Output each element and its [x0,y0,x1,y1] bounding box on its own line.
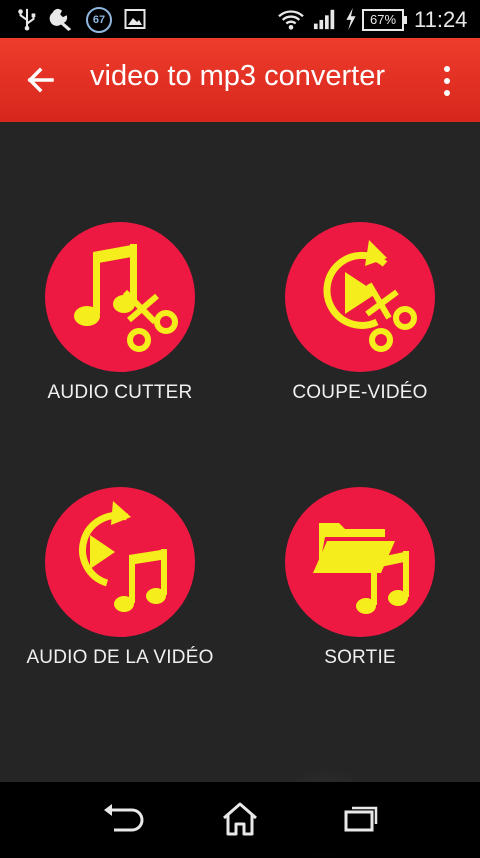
back-icon [104,804,144,832]
main-content: AUDIO CUTTER COUPE-VIDÉO AUDIO DE LA VID… [0,122,480,782]
signal-icon [313,9,335,30]
recent-apps-icon [344,806,378,832]
wrench-icon [49,8,72,31]
tile-label: SORTIE [324,647,396,668]
system-nav-bar [0,782,480,854]
nav-home-button[interactable] [210,796,270,840]
tile-label: COUPE-VIDÉO [292,382,428,403]
usb-icon [18,8,36,31]
app-bar: video to mp3 converter [0,38,480,122]
tile-circle [285,222,435,372]
video-scissors-icon [323,240,417,352]
image-icon [124,9,146,29]
tile-circle [45,222,195,372]
folder-music-icon [313,523,409,614]
app-title: video to mp3 converter [90,60,385,92]
notification-67-icon: 67 [86,7,112,33]
nav-back-button[interactable] [92,796,152,840]
back-arrow-icon [27,67,54,93]
video-music-icon [79,501,167,612]
music-scissors-icon [74,244,178,352]
overflow-menu-button[interactable] [432,62,462,102]
tile-label: AUDIO CUTTER [47,382,193,403]
tile-coupe-video[interactable]: COUPE-VIDÉO [240,222,480,482]
battery-icon: 67% [362,9,407,31]
charging-bolt-icon [346,7,356,31]
tile-audio-cutter[interactable]: AUDIO CUTTER [0,222,240,482]
clock: 11:24 [414,7,468,32]
tile-audio-de-la-video[interactable]: AUDIO DE LA VIDÉO [0,487,240,747]
back-button[interactable] [22,58,62,102]
status-bar: 67 67% 11:24 [0,0,480,38]
tile-label: AUDIO DE LA VIDÉO [26,647,214,668]
nav-recent-apps-button[interactable] [330,796,390,840]
wifi-icon [278,10,304,30]
home-icon [223,802,257,836]
tile-sortie[interactable]: SORTIE [240,487,480,747]
tile-circle [285,487,435,637]
tile-circle [45,487,195,637]
